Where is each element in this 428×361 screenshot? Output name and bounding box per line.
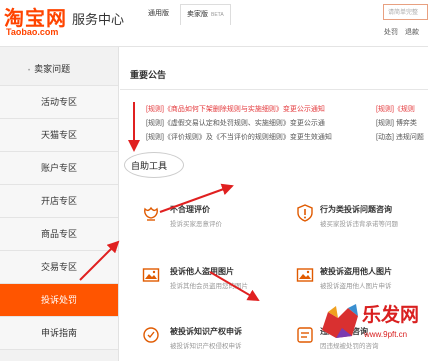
arrow-to-complaint xyxy=(79,240,120,281)
arrow-to-bad-review xyxy=(159,183,234,213)
arrow-to-image-theft xyxy=(209,271,260,302)
watermark-brand: 乐发网 xyxy=(362,304,420,326)
watermark: 乐发网 www.9pft.cn xyxy=(318,296,426,358)
watermark-bull-logo xyxy=(322,304,358,338)
watermark-url: www.9pft.cn xyxy=(364,330,408,339)
